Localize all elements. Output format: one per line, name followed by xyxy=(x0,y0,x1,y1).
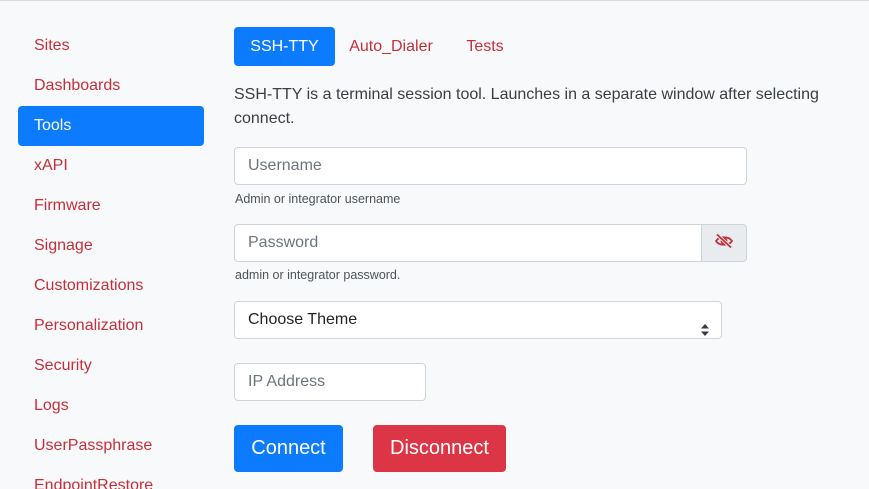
sidebar-item-userpassphrase[interactable]: UserPassphrase xyxy=(18,426,204,466)
tab-ssh-tty[interactable]: SSH-TTY xyxy=(234,27,335,66)
app-frame: Sites Dashboards Tools xAPI Firmware Sig… xyxy=(0,0,869,489)
tab-auto-dialer[interactable]: Auto_Dialer xyxy=(341,27,441,66)
eye-slash-icon xyxy=(714,232,734,254)
theme-select[interactable]: Choose Theme xyxy=(234,301,722,339)
password-help-text: admin or integrator password. xyxy=(235,268,401,282)
sidebar-item-xapi[interactable]: xAPI xyxy=(18,146,204,186)
username-input[interactable]: Username xyxy=(234,147,747,185)
username-placeholder: Username xyxy=(248,157,322,174)
sidebar-item-personalization[interactable]: Personalization xyxy=(18,306,204,346)
tab-tests[interactable]: Tests xyxy=(453,27,517,66)
sidebar-item-dashboards[interactable]: Dashboards xyxy=(18,66,204,106)
sidebar-item-customizations[interactable]: Customizations xyxy=(18,266,204,306)
sidebar-item-signage[interactable]: Signage xyxy=(18,226,204,266)
ip-address-input[interactable]: IP Address xyxy=(234,363,426,401)
sort-arrows-icon xyxy=(701,314,709,336)
password-placeholder: Password xyxy=(248,234,319,251)
sidebar-item-endpointrestore[interactable]: EndpointRestore xyxy=(18,466,204,489)
connect-button[interactable]: Connect xyxy=(234,425,343,472)
disconnect-button[interactable]: Disconnect xyxy=(373,425,506,472)
tool-description: SSH-TTY is a terminal session tool. Laun… xyxy=(234,86,819,127)
ip-address-placeholder: IP Address xyxy=(248,373,326,390)
sidebar-item-tools[interactable]: Tools xyxy=(18,106,204,146)
password-input[interactable]: Password xyxy=(234,224,702,262)
password-visibility-toggle[interactable] xyxy=(701,224,747,262)
sidebar-item-firmware[interactable]: Firmware xyxy=(18,186,204,226)
sidebar-nav: Sites Dashboards Tools xAPI Firmware Sig… xyxy=(18,26,204,489)
sidebar-item-security[interactable]: Security xyxy=(18,346,204,386)
theme-select-value: Choose Theme xyxy=(248,311,358,328)
username-help-text: Admin or integrator username xyxy=(235,192,401,206)
sidebar-item-sites[interactable]: Sites xyxy=(18,26,204,66)
sidebar-item-logs[interactable]: Logs xyxy=(18,386,204,426)
